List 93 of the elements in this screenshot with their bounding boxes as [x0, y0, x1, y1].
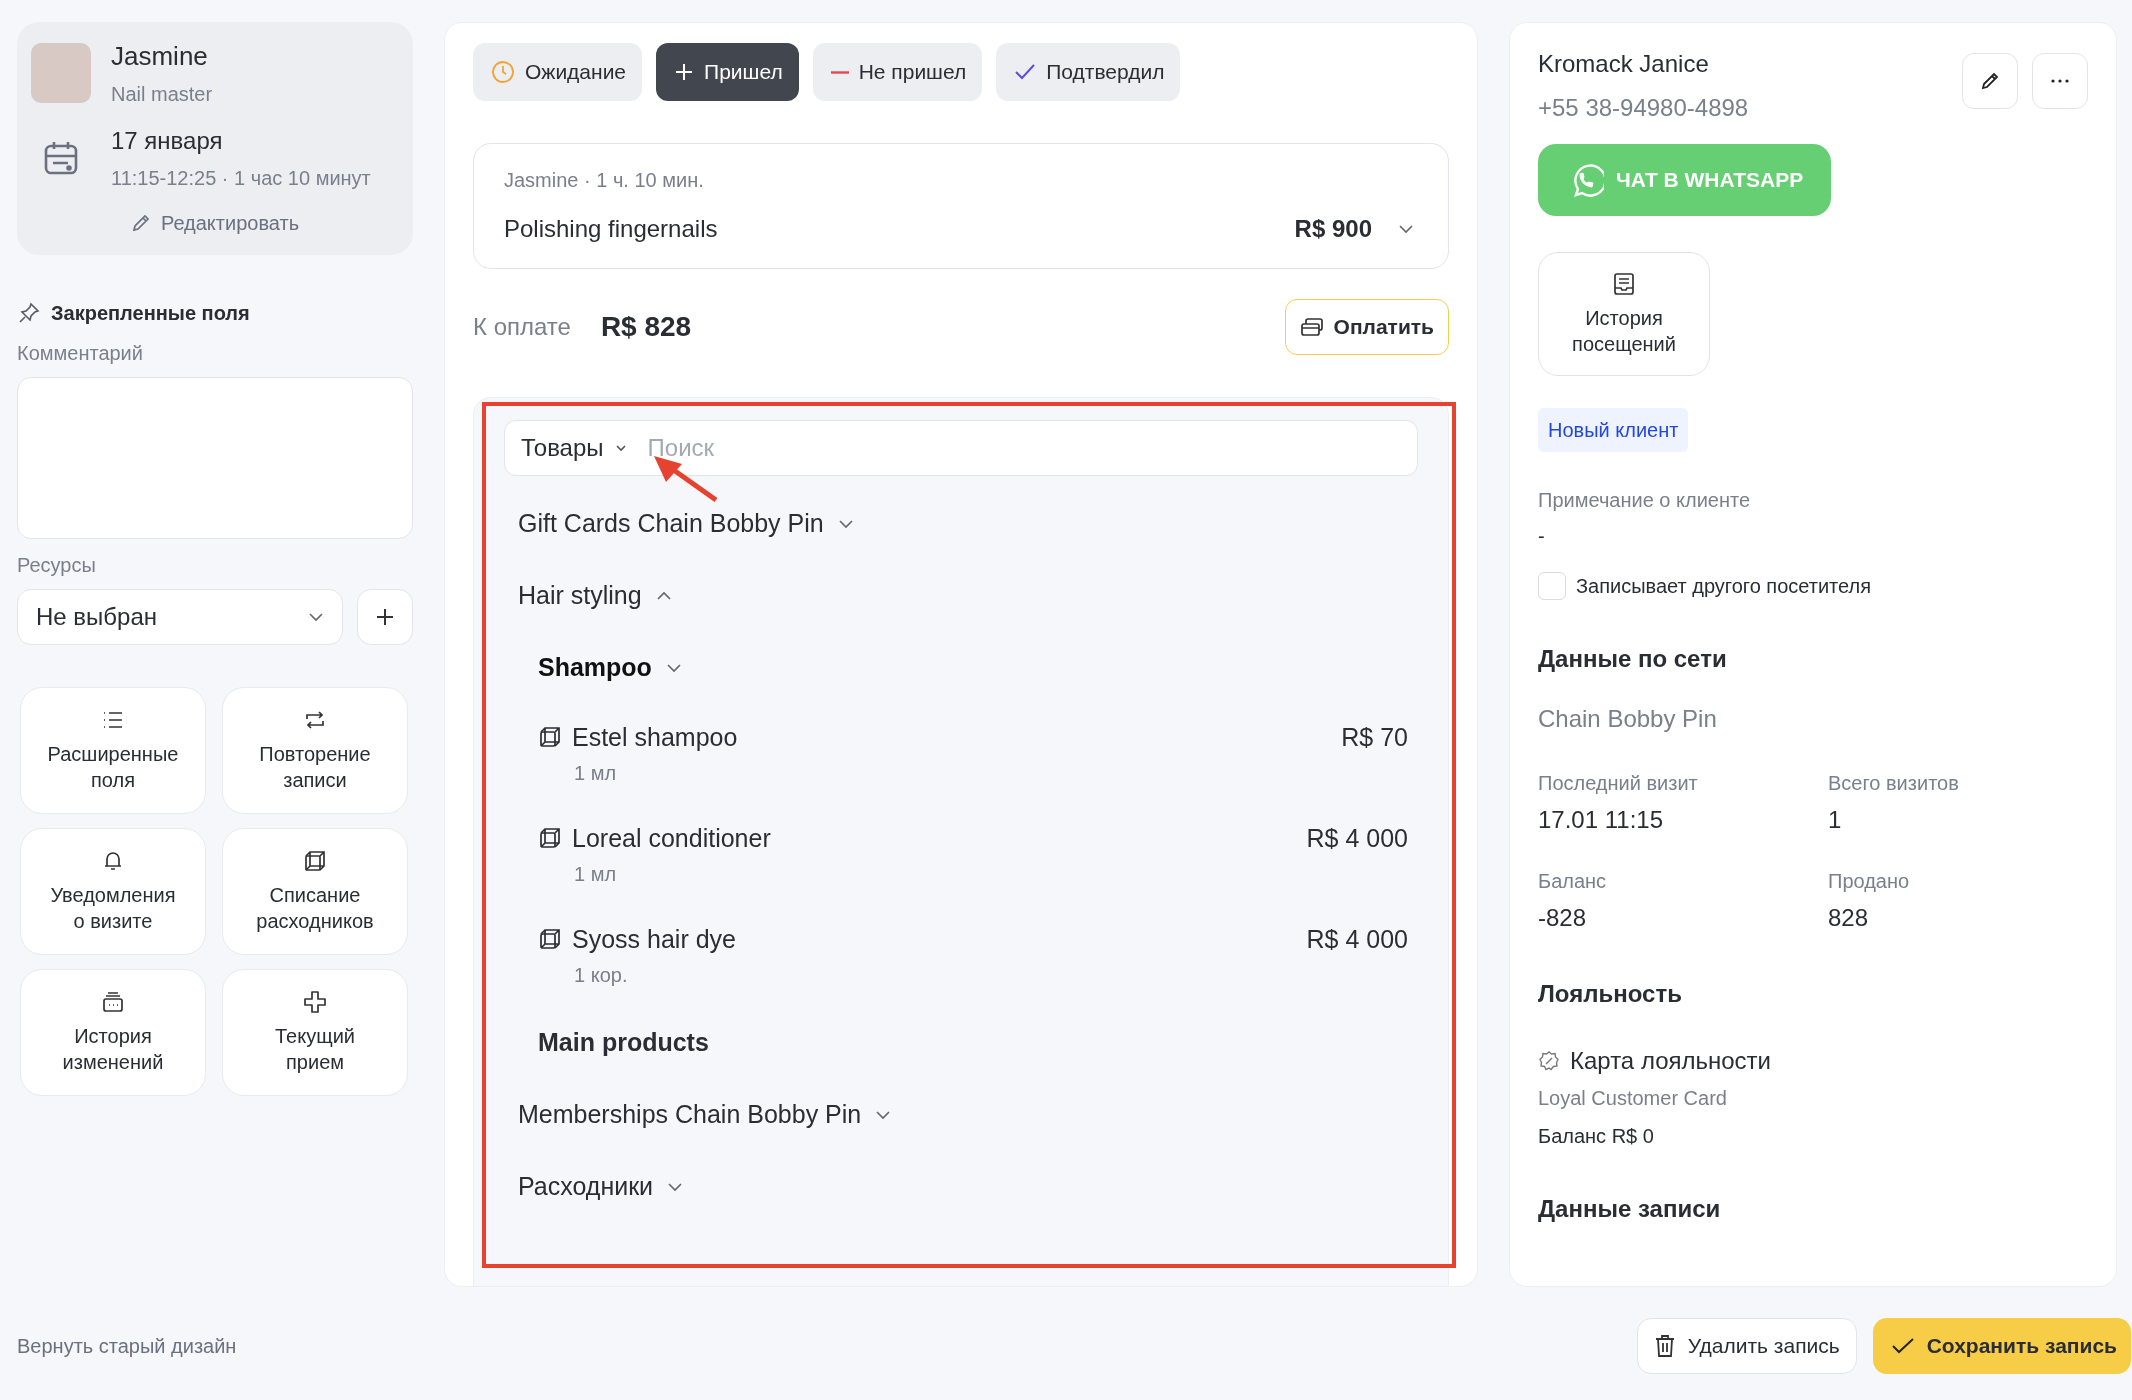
check-icon — [1890, 1336, 1915, 1356]
feature-tile[interactable]: Текущий прием — [222, 969, 408, 1096]
product-item[interactable]: Loreal conditioner R$ 4 000 1 мл — [524, 804, 1418, 906]
delete-button[interactable]: Удалить запись — [1636, 1318, 1857, 1374]
status-button[interactable]: Пришел — [656, 43, 799, 101]
comment-field[interactable] — [17, 377, 413, 539]
cards-icon — [1299, 315, 1324, 338]
network-title: Данные по сети — [1538, 644, 1727, 675]
category-row[interactable]: Расходники — [504, 1150, 684, 1223]
stat-label: Продано — [1828, 868, 1911, 894]
resource-select[interactable]: Не выбран — [17, 589, 343, 645]
client-phone: +55 38-94980-4898 — [1538, 92, 1750, 123]
pin-icon — [17, 301, 41, 325]
product-item[interactable]: Estel shampoo R$ 70 1 мл — [524, 703, 1418, 805]
stat-value: -828 — [1538, 902, 1588, 933]
category-row[interactable]: Gift Cards Chain Bobby Pin — [504, 487, 854, 560]
old-design-link[interactable]: Вернуть старый дизайн — [17, 1332, 413, 1360]
trash-icon — [1653, 1334, 1676, 1358]
feature-tile[interactable]: История изменений — [20, 969, 206, 1096]
checkbox[interactable] — [1538, 572, 1566, 601]
stat-value: 1 — [1828, 805, 1843, 836]
discount-badge-icon — [1538, 1049, 1560, 1072]
service-name: Polishing fingernails — [504, 214, 718, 244]
chevron-down-icon — [837, 518, 854, 529]
stat-label: Баланс — [1538, 868, 1608, 894]
category-row[interactable]: Shampoo — [524, 631, 682, 704]
cube-icon — [538, 826, 562, 851]
plus-icon — [674, 62, 695, 82]
master-role: Nail master — [111, 82, 213, 108]
pencil-icon — [1980, 71, 2000, 91]
edit-button[interactable]: Редактировать — [126, 208, 304, 239]
search-field[interactable]: Товары Поиск — [504, 419, 1418, 476]
master-name: Jasmine — [111, 40, 209, 73]
feature-tile[interactable]: Уведомления о визите — [20, 828, 206, 955]
category-row[interactable]: Memberships Chain Bobby Pin — [504, 1078, 892, 1151]
cross-icon — [302, 989, 328, 1016]
appointment-time: 11:15-12:25 · 1 час 10 минут — [111, 166, 371, 191]
note-value: - — [1538, 524, 1545, 550]
cube-icon — [538, 725, 562, 750]
add-button[interactable] — [357, 589, 413, 645]
client-tag: Новый клиент — [1538, 408, 1689, 453]
save-button[interactable]: Сохранить запись — [1872, 1318, 2131, 1374]
edit-button[interactable] — [1962, 53, 2018, 109]
chevron-down-icon — [613, 442, 628, 453]
check-icon — [1014, 62, 1037, 82]
network-name: Chain Bobby Pin — [1538, 703, 1717, 734]
type-dropdown[interactable]: Товары — [521, 430, 628, 465]
record-title: Данные записи — [1538, 1193, 1721, 1224]
status-button[interactable]: Подтвердил — [996, 43, 1181, 101]
appointment-date: 17 января — [111, 126, 224, 157]
photo-placeholder — [31, 43, 91, 104]
chevron-down-icon — [667, 1181, 684, 1192]
loyalty-card-name: Loyal Customer Card — [1538, 1085, 1727, 1111]
minus-icon — [830, 70, 849, 74]
to-pay-amount: R$ 828 — [600, 310, 692, 344]
chevron-down-icon — [665, 662, 682, 673]
visit-history-button[interactable]: История посещений — [1538, 252, 1710, 377]
chevron-down-icon — [875, 1109, 892, 1120]
pencil-icon — [130, 213, 151, 234]
inbox-icon — [1611, 271, 1637, 298]
more-icon — [2050, 78, 2070, 84]
status-button[interactable]: Не пришел — [812, 43, 983, 101]
stat-value: 828 — [1828, 902, 1870, 933]
clock-icon — [491, 60, 515, 84]
pinned-fields-title: Закрепленные поля — [51, 301, 250, 326]
loyalty-card-title: Карта лояльности — [1570, 1046, 1771, 1077]
service-price: R$ 900 — [1294, 214, 1372, 244]
service-meta: Jasmine · 1 ч. 10 мин. — [504, 168, 705, 193]
client-name: Kromack Janice — [1538, 49, 1710, 79]
stat-label: Всего визитов — [1828, 771, 1960, 797]
note-label: Примечание о клиенте — [1538, 488, 1751, 514]
feature-tile[interactable]: Списание расходников — [222, 828, 408, 955]
product-item[interactable]: Syoss hair dye R$ 4 000 1 кор. — [524, 905, 1418, 1007]
resources-label: Ресурсы — [17, 553, 97, 578]
loyalty-title: Лояльность — [1538, 978, 1682, 1009]
stat-value: 17.01 11:15 — [1538, 805, 1664, 836]
pay-button[interactable]: Оплатить — [1284, 298, 1449, 355]
group-heading[interactable]: Main products — [524, 1006, 709, 1079]
stat-label: Последний визит — [1538, 771, 1699, 797]
plus-icon — [375, 607, 395, 627]
status-button[interactable]: Ожидание — [473, 43, 643, 101]
cube-icon — [538, 927, 562, 952]
category-row[interactable]: Hair styling — [504, 559, 672, 632]
chevron-down-icon — [308, 612, 324, 622]
comment-label: Комментарий — [17, 341, 144, 366]
more-button[interactable] — [2032, 53, 2088, 109]
chevron-down-icon — [1398, 223, 1414, 234]
feature-tile[interactable]: Расширенные поля — [20, 687, 206, 814]
loyalty-balance: Баланс R$ 0 — [1538, 1123, 1654, 1149]
chevron-up-icon — [655, 590, 672, 601]
to-pay-label: К оплате — [473, 311, 571, 342]
feature-tile[interactable]: Повторение записи — [222, 687, 408, 814]
checkbox-label: Записывает другого посетителя — [1576, 574, 1871, 600]
